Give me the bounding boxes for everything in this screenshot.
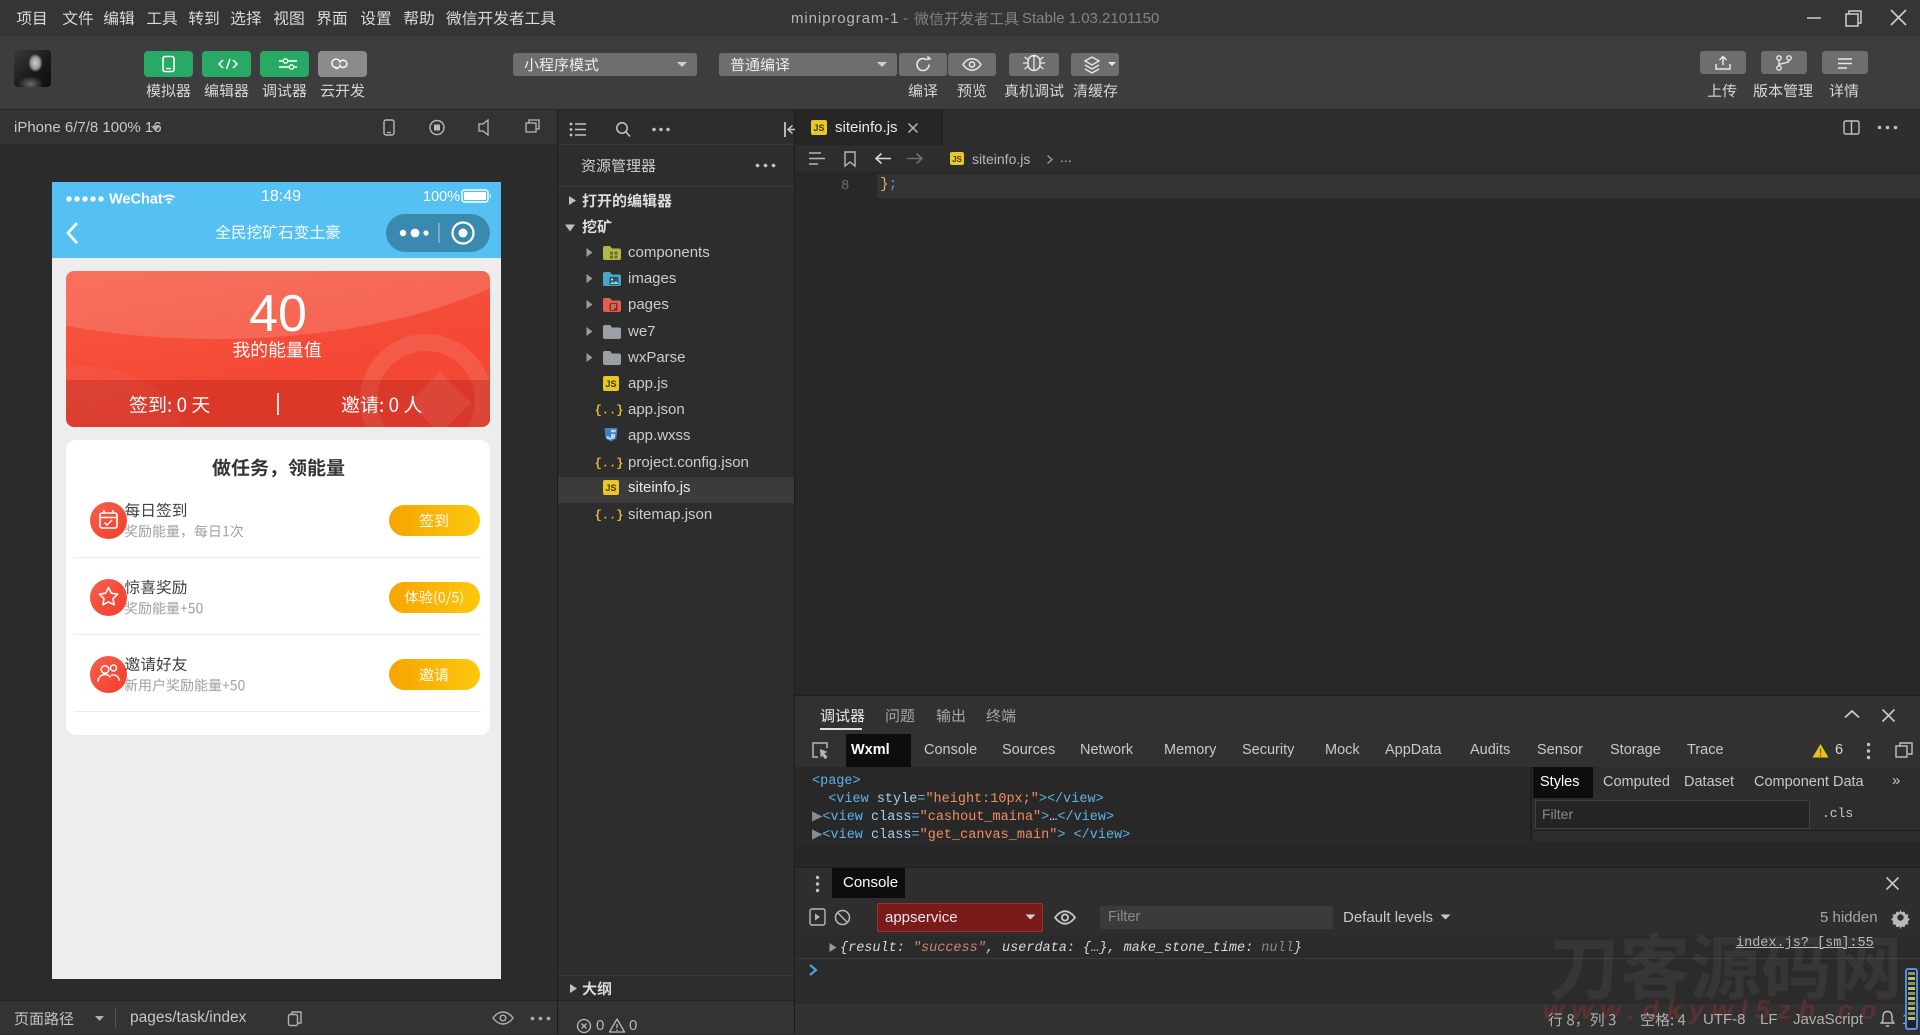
svg-text:{..}: {..}	[595, 509, 624, 523]
svg-text:WeChat: WeChat	[109, 192, 163, 208]
svg-text:JS: JS	[605, 483, 616, 493]
svg-text:{..}: {..}	[595, 404, 624, 418]
svg-text:{..}: {..}	[595, 457, 624, 471]
svg-text:JS: JS	[952, 155, 962, 164]
svg-text:JS: JS	[813, 123, 824, 133]
svg-text:JS: JS	[605, 379, 616, 389]
